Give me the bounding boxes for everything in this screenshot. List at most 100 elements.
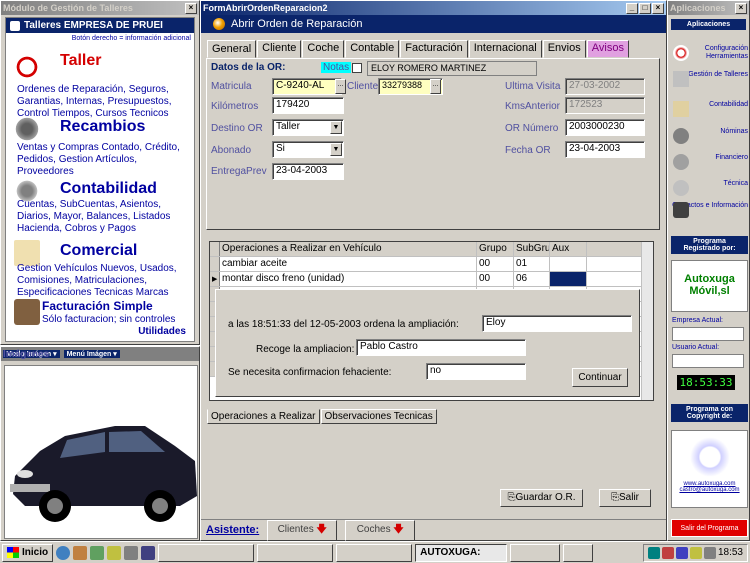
minimize-icon[interactable]: _ [626,2,638,14]
tab-operaciones[interactable]: Operaciones a Realizar [207,409,320,424]
taskbar-button[interactable] [336,543,413,562]
tab-observaciones[interactable]: Observaciones Tecnicas [320,409,437,424]
kilometros-field[interactable]: 179420 [272,97,344,114]
tray-icon[interactable] [647,546,660,559]
taskbar-button[interactable] [510,543,561,562]
grid-col-subgrupo[interactable]: SubGru [514,242,550,256]
section-desc-comercial[interactable]: Gestion Vehículos Nuevos, Usados, Comisi… [17,263,195,299]
amplia-field[interactable]: Eloy [482,315,632,332]
menu-image-button[interactable]: Menú Imágen ▾ [63,350,120,358]
taskbar-active-button[interactable]: AUTOXUGA: [415,543,508,562]
grid-scrollbar[interactable] [641,242,653,400]
entrega-field[interactable]: 23-04-2003 [272,163,344,180]
notas-checkbox[interactable] [352,63,362,73]
left-window-titlebar[interactable]: Módulo de Gestión de Talleres × [1,1,199,15]
browser-icon[interactable] [56,545,71,560]
guardar-button[interactable]: ⎘Guardar O.R. [500,489,583,507]
matricula-field[interactable]: C-9240-AL [272,78,342,95]
taskbar-button[interactable] [563,543,594,562]
app-financiero[interactable]: Financiero [671,154,748,170]
close-icon[interactable]: × [185,2,197,14]
tray-icon[interactable] [689,546,702,559]
parts-icon [14,116,40,142]
taskbar-button[interactable] [257,543,334,562]
media-icon[interactable] [141,545,156,560]
table-cell[interactable]: 00 [477,257,514,271]
app-configuracion[interactable]: Configuración Herramientas [671,45,748,61]
section-desc-recambios[interactable]: Ventas y Compras Contado, Crédito, Pedid… [17,142,195,178]
table-cell[interactable]: montar disco freno (unidad) [220,272,477,286]
coches-button[interactable]: Coches 🡇 [345,519,416,541]
tab-contable[interactable]: Contable [345,40,400,58]
section-desc-contabilidad[interactable]: Cuentas, SubCuentas, Asientos, Diarios, … [17,199,195,235]
cliente-lookup-button[interactable]: ... [430,79,441,94]
terminal-icon[interactable] [124,545,139,560]
grid-col-grupo[interactable]: Grupo [477,242,514,256]
section-taller[interactable]: Taller Ordenes de Reparación, Seguros, G… [10,52,195,124]
tab-coche[interactable]: Coche [302,40,345,58]
close-icon[interactable]: × [735,2,747,14]
row-selector[interactable]: ▶ [210,272,220,286]
abonado-select[interactable]: Si ▼ [272,141,344,158]
main-window-titlebar[interactable]: FormAbrirOrdenReparacion2 _ □ × [201,1,666,15]
section-title-facturacion[interactable]: Facturación Simple [42,299,153,313]
email-link[interactable]: castro@autoxuga.com [672,487,747,493]
tray-icon[interactable] [675,546,688,559]
confirm-field[interactable]: no [426,363,526,380]
tab-general[interactable]: General [207,40,257,58]
section-title-contabilidad[interactable]: Contabilidad [60,180,157,198]
section-title-comercial[interactable]: Comercial [60,242,137,260]
volume-icon[interactable] [703,546,716,559]
section-desc-facturacion[interactable]: Sólo facturacion; sin controles [42,314,192,326]
utilidades-link[interactable]: Utilidades [138,326,186,337]
destino-select[interactable]: Taller ▼ [272,119,344,136]
or-numero-field[interactable]: 2003000230 [565,119,645,136]
app-contabilidad[interactable]: Contabilidad [671,101,748,117]
tray-icon[interactable] [661,546,674,559]
table-row[interactable]: ▶ montar disco freno (unidad) 00 06 [210,272,653,287]
section-recambios[interactable]: Recambios Ventas y Compras Contado, Créd… [10,116,195,178]
salir-programa-button[interactable]: Salir del Programa [671,519,748,537]
section-facturacion[interactable]: Facturación Simple Sólo facturacion; sin… [10,299,194,329]
folder-icon[interactable] [73,545,88,560]
section-title-taller[interactable]: Taller [60,52,102,70]
section-comercial[interactable]: Comercial Gestion Vehículos Nuevos, Usad… [10,240,195,299]
app-icon[interactable] [90,545,105,560]
table-cell[interactable]: cambiar aceite [220,257,477,271]
table-cell[interactable] [550,257,587,271]
matricula-lookup-button[interactable]: ... [335,79,346,94]
grid-col-aux[interactable]: Aux [550,242,587,256]
row-selector[interactable] [210,257,220,271]
tab-envios[interactable]: Envios [542,40,586,58]
tab-cliente[interactable]: Cliente [257,40,302,58]
app-tecnica[interactable]: Técnica [671,180,748,196]
tab-avisos[interactable]: Avisos [586,40,629,58]
editor-icon[interactable] [107,545,122,560]
app-contactos[interactable]: Contactos e Información [671,202,748,218]
tab-internacional[interactable]: Internacional [468,40,542,58]
section-title-recambios[interactable]: Recambios [60,118,145,136]
chevron-down-icon[interactable]: ▼ [330,143,342,156]
section-contabilidad[interactable]: Contabilidad Cuentas, SubCuentas, Asient… [10,178,195,248]
table-cell[interactable]: 01 [514,257,550,271]
section-desc-taller[interactable]: Ordenes de Reparación, Seguros, Garantia… [17,84,195,120]
clientes-button[interactable]: Clientes 🡇 [267,519,338,541]
salir-button[interactable]: ⎘Salir [599,489,651,507]
table-cell[interactable]: 00 [477,272,514,286]
maximize-icon[interactable]: □ [639,2,651,14]
chevron-down-icon[interactable]: ▼ [330,121,342,134]
close-icon[interactable]: × [652,2,664,14]
tab-facturacion[interactable]: Facturación [400,40,468,58]
table-cell[interactable] [550,272,587,286]
table-row[interactable]: cambiar aceite 00 01 [210,257,653,272]
app-nominas[interactable]: Nóminas [671,128,748,144]
right-window-titlebar[interactable]: Aplicaciones × [668,1,749,15]
table-cell[interactable]: 06 [514,272,550,286]
fecha-or-field[interactable]: 23-04-2003 [565,141,645,158]
taskbar-button[interactable] [158,543,255,562]
app-talleres[interactable]: Gestión de Talleres [671,71,748,87]
grid-col-operaciones[interactable]: Operaciones a Realizar en Vehículo [220,242,477,256]
start-button[interactable]: Inicio [2,543,54,562]
recoge-field[interactable]: Pablo Castro [356,339,526,356]
continuar-button[interactable]: Continuar [572,368,628,387]
